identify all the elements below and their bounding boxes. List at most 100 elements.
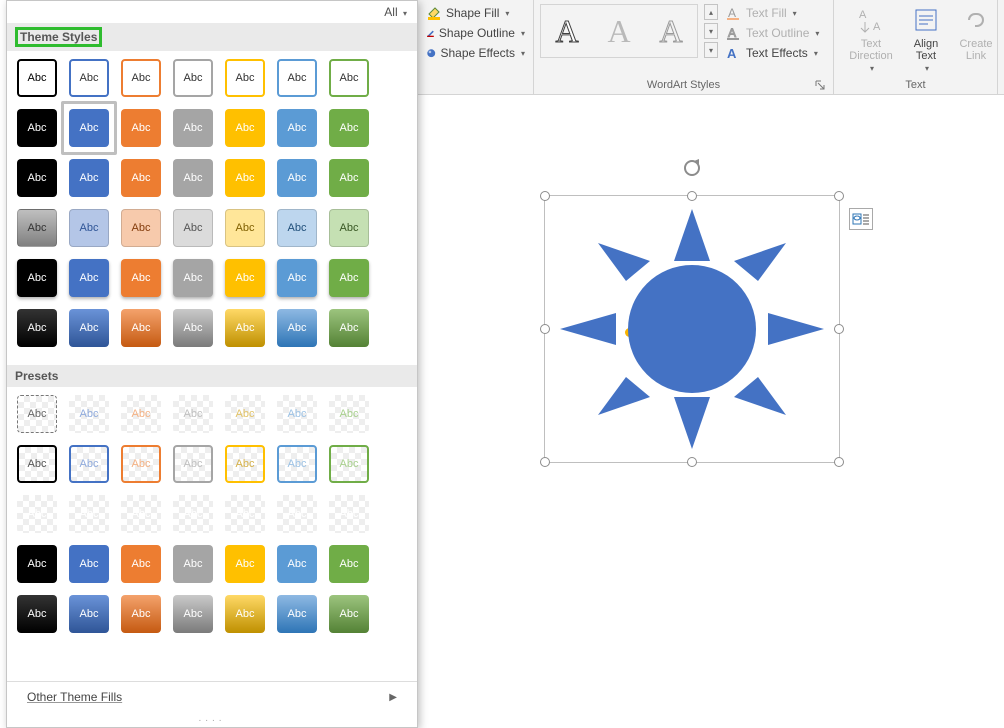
wordart-gallery[interactable]: A A A — [540, 4, 698, 58]
style-swatch[interactable]: Abc — [17, 109, 57, 147]
style-swatch[interactable]: Abc — [17, 395, 57, 433]
style-swatch[interactable]: Abc — [329, 59, 369, 97]
style-swatch[interactable]: Abc — [329, 159, 369, 197]
resize-handle-mr[interactable] — [834, 324, 844, 334]
document-canvas[interactable] — [418, 95, 1004, 728]
style-swatch[interactable]: Abc — [173, 259, 213, 297]
style-swatch[interactable]: Abc — [17, 309, 57, 347]
align-text-button[interactable]: Align Text▾ — [902, 2, 950, 70]
style-swatch[interactable]: Abc — [277, 159, 317, 197]
resize-handle-tl[interactable] — [540, 191, 550, 201]
style-swatch[interactable]: Abc — [121, 545, 161, 583]
wordart-gallery-more[interactable]: ▴ ▾ ▾ — [704, 4, 720, 58]
style-swatch[interactable]: Abc — [121, 595, 161, 633]
style-swatch[interactable]: Abc — [225, 309, 265, 347]
style-swatch[interactable]: Abc — [173, 209, 213, 247]
style-swatch[interactable]: Abc — [121, 259, 161, 297]
style-swatch[interactable]: Abc — [17, 159, 57, 197]
text-fill-button[interactable]: A Text Fill ▾ — [724, 4, 821, 22]
shape-outline-button[interactable]: Shape Outline ▾ — [424, 24, 527, 42]
style-swatch[interactable]: Abc — [277, 395, 317, 433]
style-swatch[interactable]: Abc — [173, 59, 213, 97]
style-swatch[interactable]: Abc — [329, 309, 369, 347]
wordart-item[interactable]: A — [543, 7, 591, 55]
style-swatch[interactable]: Abc — [329, 445, 369, 483]
text-direction-button[interactable]: AA Text Direction▾ — [840, 2, 902, 70]
style-swatch[interactable]: Abc — [277, 595, 317, 633]
style-swatch[interactable]: Abc — [121, 395, 161, 433]
style-swatch[interactable]: Abc — [69, 495, 109, 533]
style-filter-dropdown[interactable]: All ▾ — [384, 5, 407, 19]
style-swatch-selected[interactable]: Abc — [69, 109, 109, 147]
style-swatch[interactable]: Abc — [121, 445, 161, 483]
shape-fill-button[interactable]: Shape Fill ▾ — [424, 4, 527, 22]
style-swatch[interactable]: Abc — [173, 395, 213, 433]
style-swatch[interactable]: Abc — [121, 59, 161, 97]
other-theme-fills-menu[interactable]: Other Theme Fills ▶ — [7, 681, 417, 712]
style-swatch[interactable]: Abc — [277, 309, 317, 347]
style-swatch[interactable]: Abc — [17, 445, 57, 483]
dialog-launcher-icon[interactable] — [813, 78, 827, 92]
style-swatch[interactable]: Abc — [121, 495, 161, 533]
expand-gallery-icon[interactable]: ▾ — [704, 42, 718, 58]
style-swatch[interactable]: Abc — [173, 545, 213, 583]
wordart-item[interactable]: A — [595, 7, 643, 55]
style-swatch[interactable]: Abc — [277, 259, 317, 297]
style-swatch[interactable]: Abc — [69, 259, 109, 297]
wordart-item[interactable]: A — [647, 7, 695, 55]
text-effects-button[interactable]: A Text Effects ▾ — [724, 44, 821, 62]
sun-shape[interactable] — [552, 203, 832, 455]
style-swatch[interactable]: Abc — [121, 309, 161, 347]
style-swatch[interactable]: Abc — [121, 159, 161, 197]
layout-options-button[interactable] — [849, 208, 873, 230]
style-swatch[interactable]: Abc — [173, 309, 213, 347]
style-swatch[interactable]: Abc — [69, 59, 109, 97]
style-swatch[interactable]: Abc — [329, 259, 369, 297]
style-swatch[interactable]: Abc — [277, 209, 317, 247]
style-swatch[interactable]: Abc — [69, 545, 109, 583]
style-swatch[interactable]: Abc — [225, 595, 265, 633]
style-swatch[interactable]: Abc — [17, 545, 57, 583]
style-swatch[interactable]: Abc — [69, 445, 109, 483]
style-swatch[interactable]: Abc — [225, 59, 265, 97]
style-swatch[interactable]: Abc — [17, 59, 57, 97]
style-swatch[interactable]: Abc — [225, 109, 265, 147]
style-swatch[interactable]: Abc — [329, 209, 369, 247]
resize-handle-bl[interactable] — [540, 457, 550, 467]
style-swatch[interactable]: Abc — [69, 159, 109, 197]
create-link-button[interactable]: Create Link — [950, 2, 1002, 70]
style-swatch[interactable]: Abc — [69, 595, 109, 633]
resize-handle-ml[interactable] — [540, 324, 550, 334]
style-swatch[interactable]: Abc — [17, 495, 57, 533]
style-swatch[interactable]: Abc — [69, 209, 109, 247]
text-outline-button[interactable]: A Text Outline ▾ — [724, 24, 821, 42]
style-swatch[interactable]: Abc — [17, 595, 57, 633]
style-swatch[interactable]: Abc — [277, 59, 317, 97]
style-swatch[interactable]: Abc — [17, 209, 57, 247]
style-swatch[interactable]: Abc — [329, 595, 369, 633]
resize-handle-bm[interactable] — [687, 457, 697, 467]
style-swatch[interactable]: Abc — [225, 445, 265, 483]
style-swatch[interactable]: Abc — [329, 495, 369, 533]
style-swatch[interactable]: Abc — [225, 545, 265, 583]
resize-handle-tr[interactable] — [834, 191, 844, 201]
style-swatch[interactable]: Abc — [121, 109, 161, 147]
style-swatch[interactable]: Abc — [277, 545, 317, 583]
scroll-up-icon[interactable]: ▴ — [704, 4, 718, 20]
shape-effects-button[interactable]: Shape Effects ▾ — [424, 44, 527, 62]
shape-selection-bounds[interactable] — [544, 195, 840, 463]
style-swatch[interactable]: Abc — [225, 495, 265, 533]
resize-handle-br[interactable] — [834, 457, 844, 467]
style-swatch[interactable]: Abc — [329, 109, 369, 147]
style-swatch[interactable]: Abc — [329, 395, 369, 433]
style-swatch[interactable]: Abc — [277, 495, 317, 533]
rotate-handle[interactable] — [682, 158, 702, 178]
style-swatch[interactable]: Abc — [277, 445, 317, 483]
style-swatch[interactable]: Abc — [173, 159, 213, 197]
style-swatch[interactable]: Abc — [329, 545, 369, 583]
style-swatch[interactable]: Abc — [173, 109, 213, 147]
scroll-down-icon[interactable]: ▾ — [704, 23, 718, 39]
style-swatch[interactable]: Abc — [225, 159, 265, 197]
style-swatch[interactable]: Abc — [69, 309, 109, 347]
style-swatch[interactable]: Abc — [69, 395, 109, 433]
